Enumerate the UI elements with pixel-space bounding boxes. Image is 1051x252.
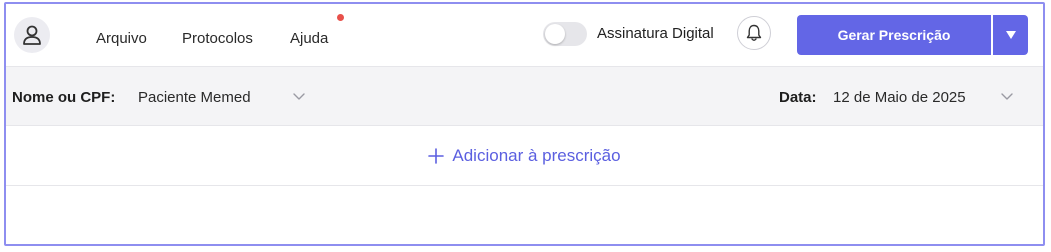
generate-options-dropdown[interactable]	[993, 15, 1028, 55]
menu-ajuda[interactable]: Ajuda	[290, 30, 328, 47]
digital-signature-label: Assinatura Digital	[597, 25, 714, 42]
chevron-down-icon[interactable]	[293, 93, 305, 101]
notifications-button[interactable]	[737, 16, 771, 50]
bell-icon	[746, 24, 762, 41]
toggle-knob	[545, 24, 565, 44]
add-to-prescription-label: Adicionar à prescrição	[452, 145, 621, 165]
plus-icon	[428, 147, 445, 164]
date-label: Data:	[779, 89, 817, 106]
top-bar: Arquivo Protocolos Ajuda Assinatura Digi…	[6, 4, 1043, 66]
patient-label: Nome ou CPF:	[12, 89, 116, 106]
patient-name-field[interactable]: Paciente Memed	[138, 89, 251, 106]
patient-row: Nome ou CPF: Paciente Memed Data: 12 de …	[6, 66, 1043, 126]
date-field[interactable]: 12 de Maio de 2025	[833, 89, 966, 106]
menu-arquivo[interactable]: Arquivo	[96, 30, 147, 47]
prescription-panel: Arquivo Protocolos Ajuda Assinatura Digi…	[4, 2, 1045, 246]
add-prescription-row: Adicionar à prescrição	[6, 126, 1043, 186]
generate-prescription-button[interactable]: Gerar Prescrição	[797, 15, 991, 55]
user-avatar[interactable]	[14, 17, 50, 53]
triangle-down-icon	[1005, 31, 1016, 39]
add-to-prescription-button[interactable]: Adicionar à prescrição	[428, 145, 621, 166]
chevron-down-icon[interactable]	[1001, 93, 1013, 101]
digital-signature-toggle[interactable]	[543, 22, 587, 46]
help-notification-dot	[337, 14, 344, 21]
menu-protocolos[interactable]: Protocolos	[182, 30, 253, 47]
user-icon	[23, 25, 41, 45]
